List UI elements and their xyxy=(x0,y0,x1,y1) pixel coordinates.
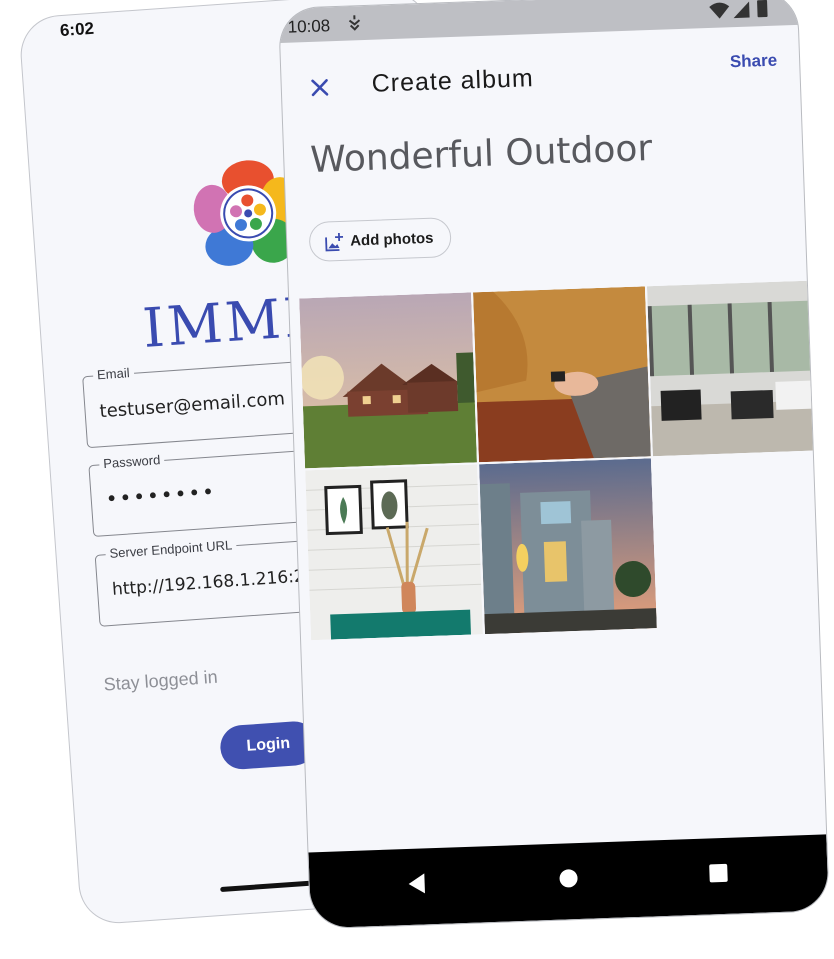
photo-living-room[interactable] xyxy=(646,280,825,457)
password-value: •••••••• xyxy=(104,479,217,512)
add-photos-label: Add photos xyxy=(349,229,434,250)
stay-logged-in-toggle[interactable]: Stay logged in xyxy=(103,667,218,696)
photo-image xyxy=(473,286,651,463)
photo-cabin[interactable] xyxy=(299,292,477,469)
signal-battery-icons xyxy=(709,0,768,19)
nav-back-icon xyxy=(408,873,425,894)
photo-image xyxy=(646,280,825,457)
notification-icon xyxy=(348,15,361,31)
server-url-label: Server Endpoint URL xyxy=(105,537,237,562)
photo-image xyxy=(299,292,477,469)
password-label: Password xyxy=(98,451,165,472)
nav-home-button[interactable] xyxy=(556,865,581,895)
email-value: testuser@email.com xyxy=(98,388,286,423)
nav-recents-button[interactable] xyxy=(706,860,731,890)
add-photos-button[interactable]: Add photos xyxy=(308,217,452,263)
nav-home-icon xyxy=(559,869,578,888)
status-time: 10:08 xyxy=(287,16,331,37)
share-button[interactable]: Share xyxy=(724,49,784,73)
system-nav-bar xyxy=(308,834,829,929)
nav-recents-icon xyxy=(709,863,728,883)
photo-image xyxy=(479,458,657,635)
status-time: 6:02 xyxy=(59,18,95,41)
album-phone-screen: 10:08 Create album Share Wonderful Outdo… xyxy=(278,0,830,930)
photo-image xyxy=(305,464,483,641)
close-button[interactable] xyxy=(303,71,336,104)
page-title: Create album xyxy=(371,64,535,98)
close-icon xyxy=(311,79,329,97)
photo-plant-frames[interactable] xyxy=(305,464,483,641)
photo-laptop[interactable] xyxy=(473,286,651,463)
photo-grid xyxy=(299,280,830,658)
photo-modern-house[interactable] xyxy=(479,458,657,635)
status-bar: 10:08 xyxy=(279,0,798,43)
add-photo-icon xyxy=(325,232,344,252)
nav-back-button[interactable] xyxy=(404,870,429,900)
email-label: Email xyxy=(92,364,135,383)
album-name-input[interactable]: Wonderful Outdoor xyxy=(310,128,653,181)
